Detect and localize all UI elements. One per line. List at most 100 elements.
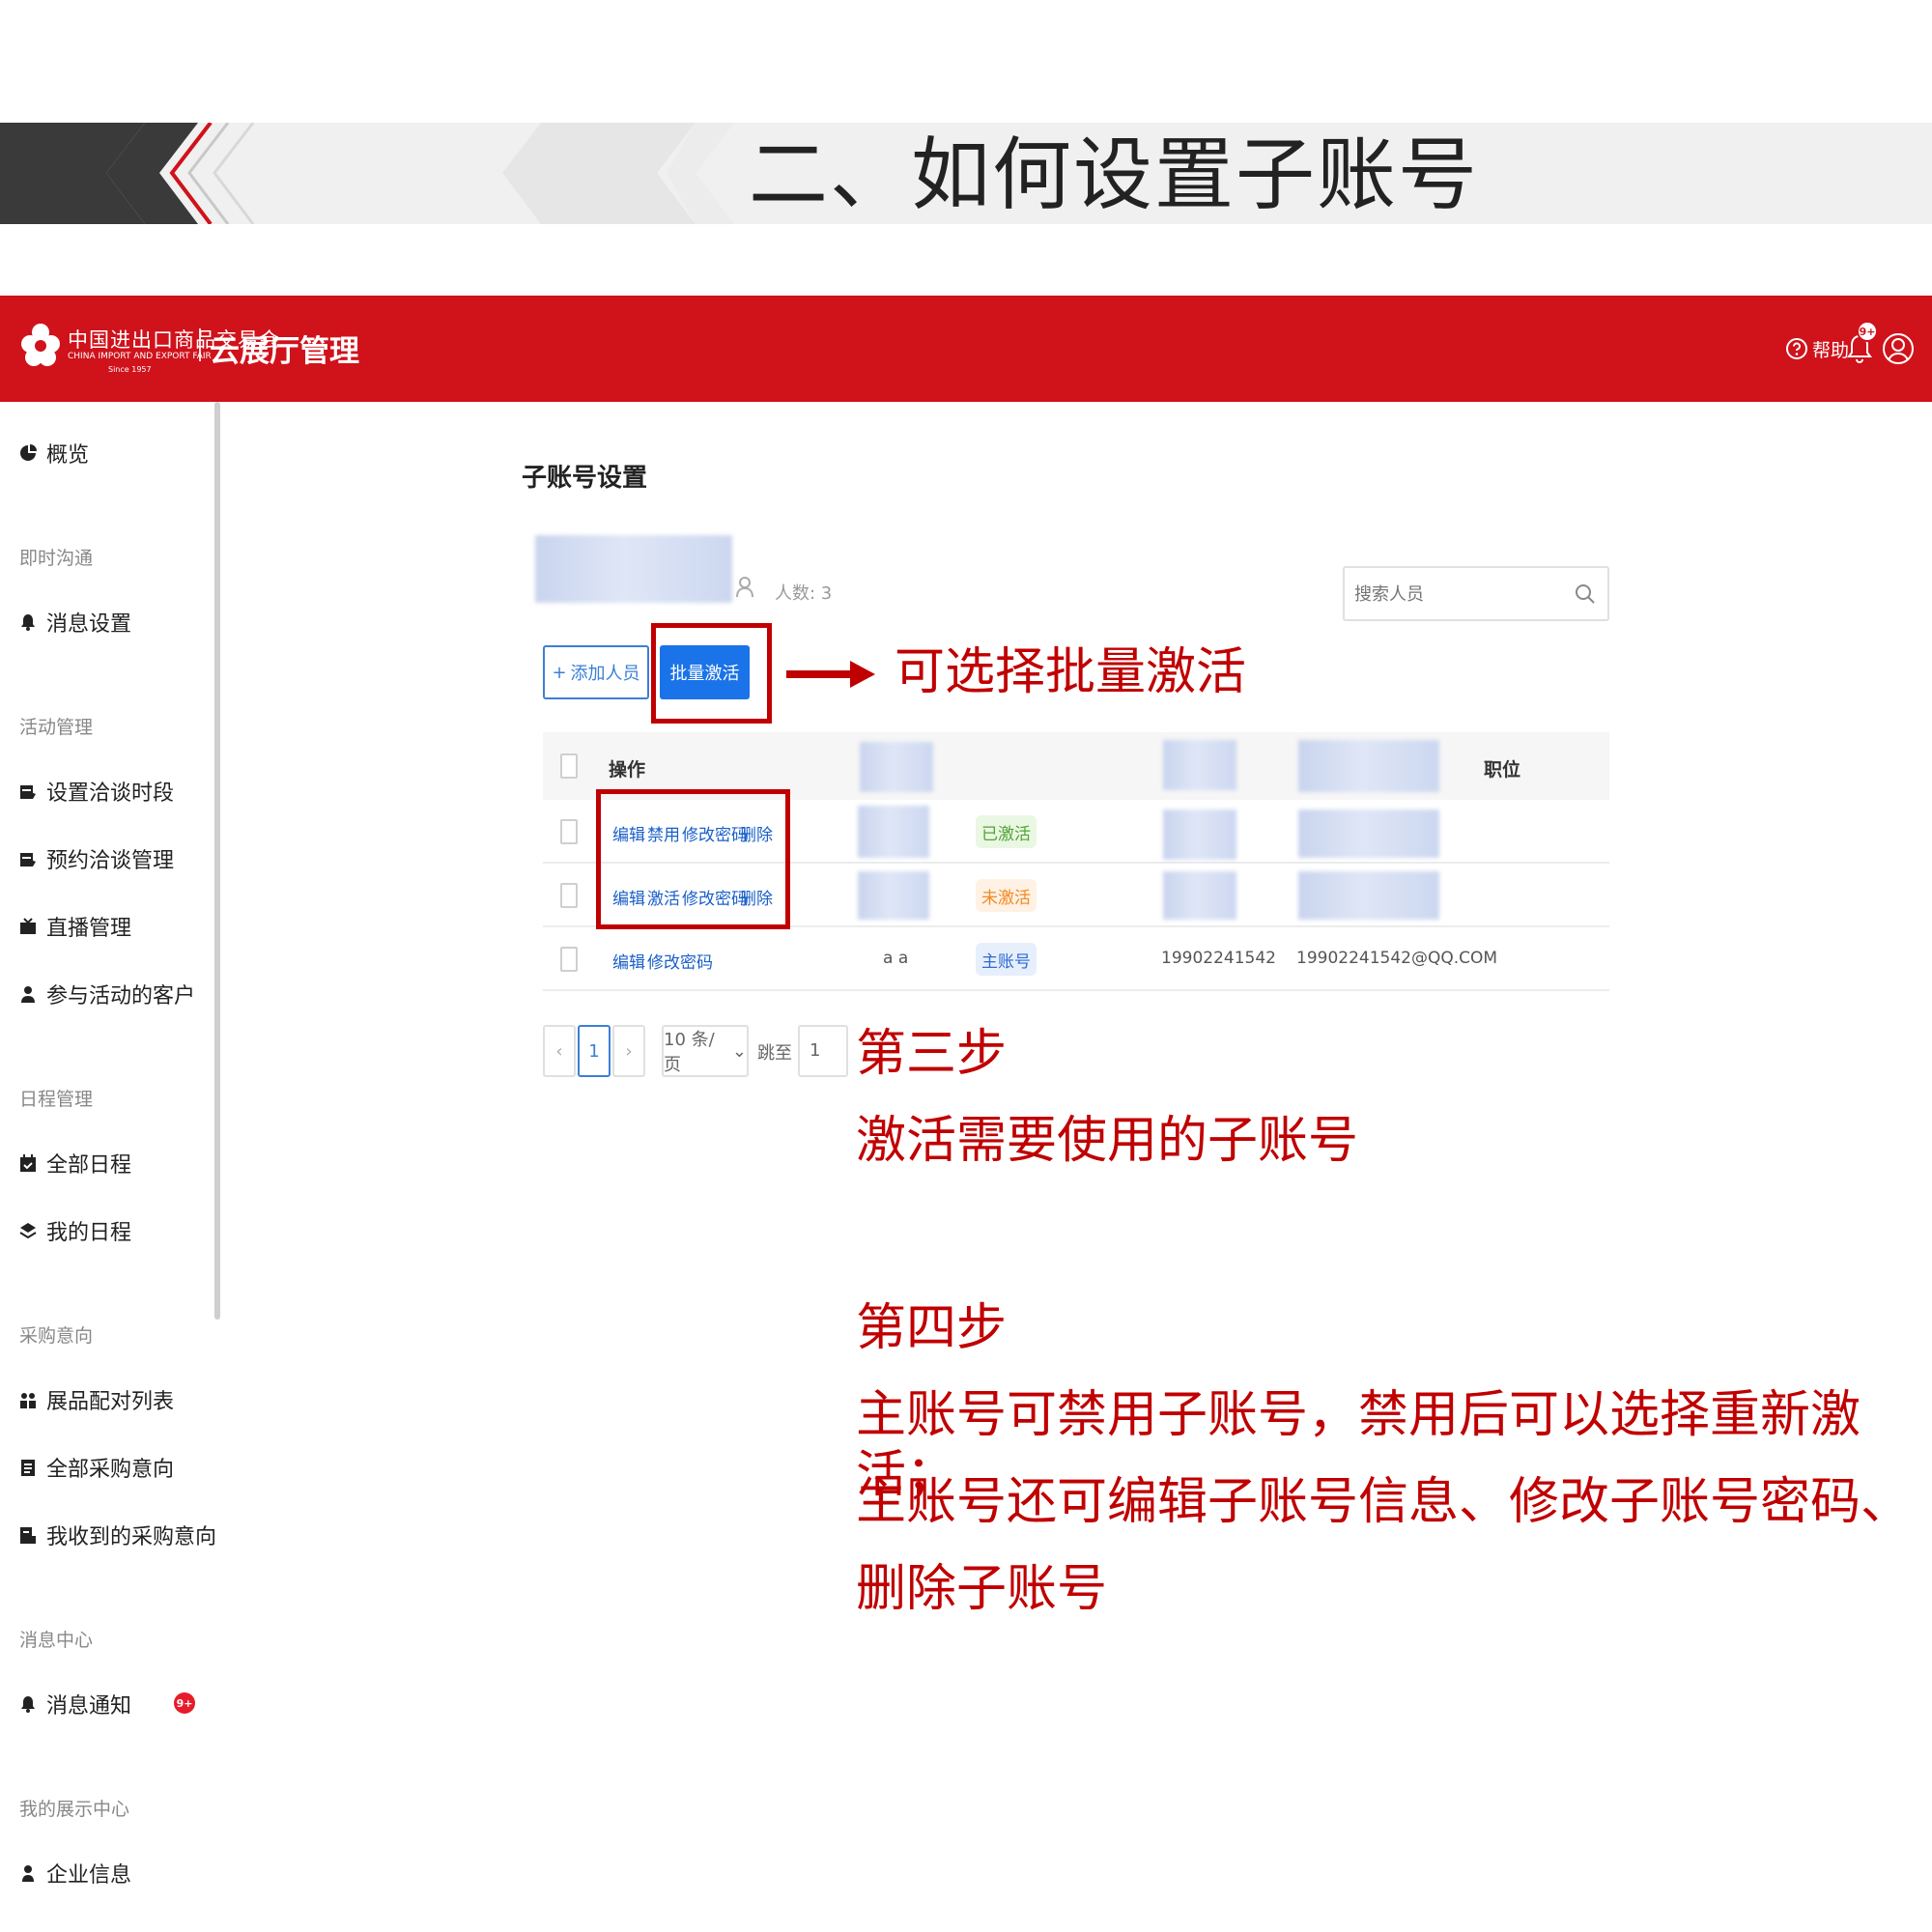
status-badge: 主账号 bbox=[976, 943, 1037, 976]
notification-badge: 9+ bbox=[1857, 321, 1878, 342]
pager-jump-label: 跳至 bbox=[757, 1043, 792, 1064]
chevron-decoration-icon bbox=[0, 123, 734, 224]
page-title: 子账号设置 bbox=[522, 464, 648, 493]
blurred-phone-cell bbox=[1163, 871, 1236, 920]
blurred-company-name bbox=[535, 535, 732, 603]
page-size-label: 10 条/页 bbox=[664, 1030, 715, 1075]
slide-title-banner: 二、如何设置子账号 bbox=[0, 123, 1932, 224]
pager-jump-input[interactable]: 1 bbox=[798, 1025, 848, 1077]
blurred-name-cell bbox=[858, 871, 929, 920]
sidebar-group-activity: 活动管理 bbox=[19, 717, 94, 738]
batch-activate-annotation: 可选择批量激活 bbox=[895, 643, 1247, 701]
select-all-checkbox[interactable] bbox=[560, 753, 578, 779]
add-member-button[interactable]: + 添加人员 bbox=[543, 645, 649, 699]
sidebar-item-notifications[interactable]: 消息通知 bbox=[19, 1688, 131, 1720]
sidebar-item-set-slots[interactable]: 设置洽谈时段 bbox=[19, 775, 174, 808]
notification-count-badge: 9+ bbox=[174, 1692, 195, 1714]
sidebar-item-all-purchase-intent[interactable]: 全部采购意向 bbox=[19, 1451, 174, 1484]
chevron-down-icon: ⌄ bbox=[731, 1040, 747, 1062]
slide-title: 二、如何设置子账号 bbox=[749, 129, 1480, 221]
sidebar-item-company-info[interactable]: 企业信息 bbox=[19, 1857, 131, 1889]
step4-title: 第四步 bbox=[856, 1299, 1008, 1357]
search-icon[interactable] bbox=[1575, 583, 1596, 605]
sidebar-item-label: 消息通知 bbox=[46, 1694, 132, 1719]
sidebar-item-my-schedule[interactable]: 我的日程 bbox=[19, 1214, 131, 1247]
step3-title: 第三步 bbox=[856, 1025, 1008, 1083]
people-match-icon bbox=[19, 1391, 37, 1408]
sidebar-item-live-management[interactable]: 直播管理 bbox=[19, 910, 131, 943]
sidebar-item-label: 消息设置 bbox=[46, 612, 132, 637]
document-received-icon bbox=[19, 1526, 37, 1544]
sidebar-item-label: 直播管理 bbox=[46, 917, 132, 941]
calendar-edit-icon bbox=[19, 850, 37, 867]
step3-text: 激活需要使用的子账号 bbox=[856, 1112, 1359, 1170]
sidebar-group-im: 即时沟通 bbox=[19, 548, 94, 569]
search-input[interactable] bbox=[1354, 580, 1567, 609]
column-header-action: 操作 bbox=[609, 759, 646, 781]
sidebar-group-message-center: 消息中心 bbox=[19, 1630, 94, 1651]
live-tv-icon bbox=[19, 918, 37, 935]
blurred-name-cell bbox=[858, 806, 929, 858]
change-password-link[interactable]: 修改密码 bbox=[647, 949, 713, 973]
sidebar-group-purchase: 采购意向 bbox=[19, 1325, 94, 1347]
calendar-check-icon bbox=[19, 1154, 37, 1172]
status-badge: 未激活 bbox=[976, 879, 1037, 912]
row-checkbox[interactable] bbox=[560, 819, 578, 844]
sidebar-item-message-settings[interactable]: 消息设置 bbox=[19, 606, 131, 639]
pager-page-1[interactable]: 1 bbox=[578, 1025, 611, 1077]
blurred-column-header bbox=[860, 742, 933, 792]
logo-divider bbox=[199, 328, 201, 361]
row-checkbox[interactable] bbox=[560, 947, 578, 972]
arrow-right-icon bbox=[786, 661, 875, 688]
members-icon bbox=[736, 577, 753, 598]
email-cell: 19902241542@QQ.COM bbox=[1296, 949, 1498, 968]
calendar-edit-icon bbox=[19, 782, 37, 800]
app-header: 中国进出口商品交易会 CHINA IMPORT AND EXPORT FAIR … bbox=[0, 296, 1932, 402]
row-checkbox[interactable] bbox=[560, 883, 578, 908]
highlight-box-row-actions bbox=[596, 789, 790, 929]
sidebar-item-label: 概览 bbox=[46, 443, 90, 468]
sidebar-item-match-list[interactable]: 展品配对列表 bbox=[19, 1383, 174, 1416]
pager-next-button[interactable]: › bbox=[612, 1025, 645, 1077]
sidebar-item-activity-customers[interactable]: 参与活动的客户 bbox=[19, 978, 195, 1010]
plus-icon: + bbox=[552, 662, 567, 683]
sidebar-item-label: 参与活动的客户 bbox=[46, 984, 196, 1009]
document-list-icon bbox=[19, 1459, 37, 1476]
logo-since: Since 1957 bbox=[108, 365, 152, 374]
sidebar-item-label: 全部日程 bbox=[46, 1153, 132, 1178]
bell-gear-icon bbox=[19, 613, 37, 631]
user-avatar-icon[interactable] bbox=[1882, 330, 1915, 367]
blurred-email-cell bbox=[1298, 810, 1439, 858]
sidebar-item-overview[interactable]: 概览 bbox=[19, 437, 89, 469]
sidebar-item-label: 我收到的采购意向 bbox=[46, 1525, 217, 1549]
sidebar-item-received-purchase-intent[interactable]: 我收到的采购意向 bbox=[19, 1519, 216, 1551]
logo-english-name: CHINA IMPORT AND EXPORT FAIR bbox=[68, 352, 212, 361]
edit-link[interactable]: 编辑 bbox=[612, 949, 645, 973]
add-member-label: 添加人员 bbox=[570, 664, 640, 684]
status-badge: 已激活 bbox=[976, 815, 1037, 848]
sidebar-item-label: 展品配对列表 bbox=[46, 1390, 175, 1414]
pager-prev-button[interactable]: ‹ bbox=[543, 1025, 576, 1077]
sidebar-item-label: 全部采购意向 bbox=[46, 1458, 175, 1482]
sidebar-item-appointment-management[interactable]: 预约洽谈管理 bbox=[19, 842, 174, 875]
name-cell: a a bbox=[883, 949, 909, 968]
company-person-icon bbox=[19, 1864, 37, 1882]
help-button[interactable]: 帮助 bbox=[1785, 334, 1855, 363]
person-icon bbox=[19, 985, 37, 1003]
sidebar-scrollbar[interactable] bbox=[214, 402, 220, 1320]
page-size-select[interactable]: 10 条/页 ⌄ bbox=[662, 1025, 749, 1077]
search-box bbox=[1343, 566, 1609, 621]
sidebar-item-all-schedule[interactable]: 全部日程 bbox=[19, 1147, 131, 1179]
bell-icon bbox=[19, 1695, 37, 1713]
layers-icon bbox=[19, 1222, 37, 1239]
phone-cell: 19902241542 bbox=[1161, 949, 1276, 968]
sidebar-group-showcase: 我的展示中心 bbox=[19, 1799, 130, 1820]
sidebar-item-label: 我的日程 bbox=[46, 1221, 132, 1245]
step4-line2: 主账号还可编辑子账号信息、修改子账号密码、 bbox=[856, 1473, 1912, 1531]
canton-fair-logo-icon bbox=[21, 324, 60, 366]
sidebar-item-label: 企业信息 bbox=[46, 1863, 132, 1888]
blurred-email-cell bbox=[1298, 871, 1439, 920]
sidebar-item-label: 设置洽谈时段 bbox=[46, 781, 175, 806]
highlight-box-batch-button bbox=[651, 623, 772, 724]
members-count: 人数: 3 bbox=[775, 583, 833, 604]
